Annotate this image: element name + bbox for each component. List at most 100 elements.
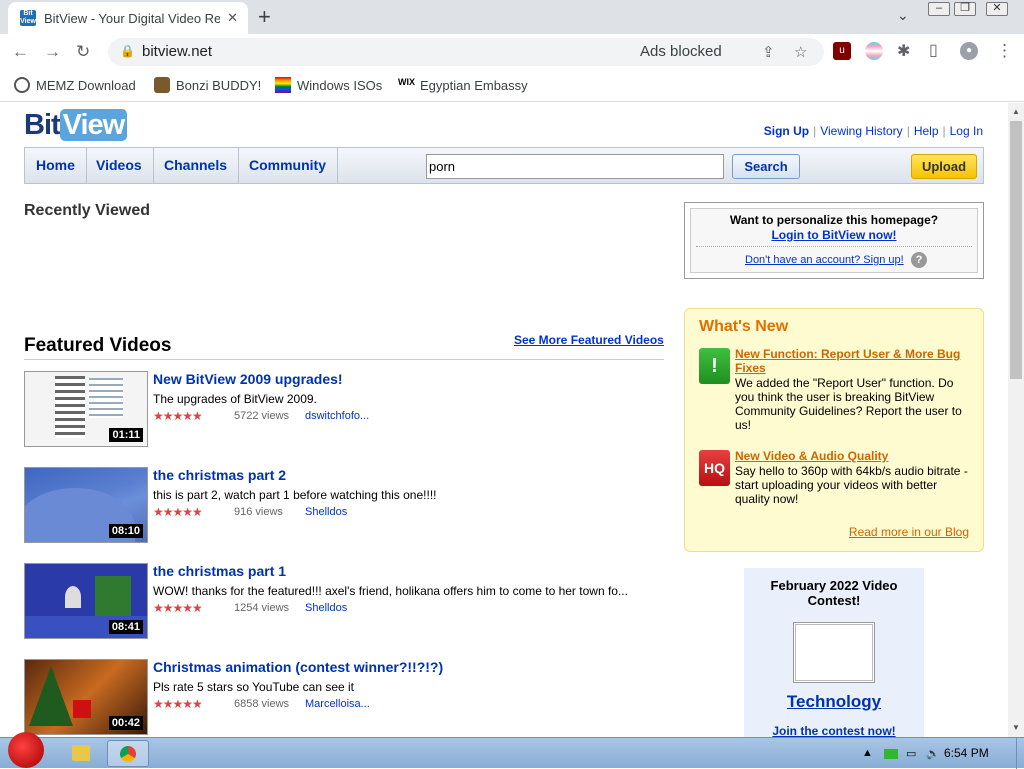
new-tab-icon[interactable]: + (258, 4, 271, 30)
video-title-link[interactable]: Christmas animation (contest winner?!!?!… (153, 659, 443, 675)
log-in-link[interactable]: Log In (950, 124, 983, 138)
divider (696, 246, 972, 247)
close-tab-icon[interactable]: ✕ (227, 10, 238, 26)
reload-icon[interactable]: ↻ (76, 42, 90, 62)
tray-expand-icon[interactable]: ▲ (862, 747, 873, 759)
restore-window-icon[interactable]: ❐ (954, 2, 976, 16)
contest-image[interactable] (793, 622, 875, 683)
browser-tab[interactable]: Bit View BitView - Your Digital Video Re … (8, 2, 248, 34)
ublock-extension-icon[interactable]: u (833, 42, 851, 60)
chrome-taskbar-button[interactable] (107, 740, 149, 767)
video-thumbnail[interactable]: 00:42 (24, 659, 148, 735)
join-contest-link[interactable]: Join the contest now! (744, 724, 924, 737)
browser-title-bar: Bit View BitView - Your Digital Video Re … (0, 0, 1024, 34)
menu-kebab-icon[interactable]: ⋮ (996, 41, 1013, 61)
featured-video-item: 08:41 the christmas part 1 WOW! thanks f… (24, 563, 664, 641)
scroll-up-icon[interactable]: ▲ (1012, 107, 1020, 116)
bookmark-label: Windows ISOs (297, 77, 383, 93)
chrome-icon (120, 746, 136, 762)
start-angry-bird-icon[interactable] (8, 732, 44, 768)
whats-new-item-body: We added the "Report User" function. Do … (735, 376, 962, 432)
header-links: Sign Up | Viewing History | Help | Log In (763, 124, 983, 138)
address-bar[interactable]: 🔒 bitview.net Ads blocked ⇪ ☆ (108, 38, 824, 66)
close-window-icon[interactable]: ✕ (986, 2, 1008, 16)
viewing-history-link[interactable]: Viewing History (820, 124, 902, 138)
see-more-featured-link[interactable]: See More Featured Videos (514, 333, 664, 347)
profile-avatar-icon[interactable]: ● (960, 42, 978, 60)
search-button[interactable]: Search (732, 154, 800, 179)
upload-button[interactable]: Upload (911, 154, 977, 179)
search-input[interactable] (426, 154, 724, 179)
side-panel-icon[interactable]: ▯ (929, 40, 938, 60)
help-link[interactable]: Help (914, 124, 939, 138)
personalize-question: Want to personalize this homepage? (729, 213, 939, 227)
scroll-down-icon[interactable]: ▼ (1012, 723, 1020, 732)
featured-video-item: 00:42 Christmas animation (contest winne… (24, 659, 664, 737)
rating-stars: ★★★★★ (153, 601, 203, 615)
flag-extension-icon[interactable] (865, 42, 883, 60)
nav-channels[interactable]: Channels (153, 148, 240, 183)
scroll-thumb[interactable] (1010, 121, 1022, 379)
back-icon[interactable]: ← (12, 42, 29, 62)
url-text[interactable]: bitview.net (142, 43, 212, 60)
extensions-puzzle-icon[interactable]: ✱ (897, 41, 910, 61)
taskbar-clock[interactable]: 6:54 PM (944, 746, 989, 760)
video-author-link[interactable]: dswitchfofo... (305, 410, 369, 422)
rating-stars: ★★★★★ (153, 697, 203, 711)
help-question-icon[interactable]: ? (911, 252, 927, 268)
video-author-link[interactable]: Shelldos (305, 602, 347, 614)
bookmarks-bar: MEMZ Download Bonzi BUDDY! Windows ISOs … (0, 70, 1024, 102)
video-thumbnail[interactable]: 08:10 (24, 467, 148, 543)
video-views: 1254 views (234, 602, 290, 614)
bookmark-star-icon[interactable]: ☆ (794, 43, 807, 61)
video-title-link[interactable]: the christmas part 2 (153, 467, 286, 483)
featured-video-item: 08:10 the christmas part 2 this is part … (24, 467, 664, 545)
share-icon[interactable]: ⇪ (762, 43, 775, 61)
video-views: 916 views (234, 506, 283, 518)
read-more-blog-link[interactable]: Read more in our Blog (849, 525, 969, 539)
rating-stars: ★★★★★ (153, 409, 203, 423)
bitview-favicon-icon: Bit View (20, 10, 36, 26)
sign-up-link[interactable]: Sign Up (764, 124, 809, 138)
bookmark-memz[interactable]: MEMZ Download (14, 77, 136, 93)
main-nav-bar: Home Videos Channels Community Search Up… (24, 147, 984, 184)
signup-link[interactable]: Don't have an account? Sign up! (745, 254, 904, 266)
whats-new-item-heading[interactable]: New Video & Audio Quality (735, 449, 971, 463)
video-thumbnail[interactable]: 08:41 (24, 563, 148, 639)
recently-viewed-title: Recently Viewed (24, 202, 150, 219)
video-duration: 08:41 (108, 620, 143, 634)
bookmark-egyptian-embassy[interactable]: WIX Egyptian Embassy (398, 77, 528, 93)
featured-video-item: 01:11 New BitView 2009 upgrades! The upg… (24, 371, 664, 449)
file-explorer-icon[interactable] (72, 745, 90, 761)
video-author-link[interactable]: Marcelloisa... (305, 698, 370, 710)
browser-toolbar: ← → ↻ 🔒 bitview.net Ads blocked ⇪ ☆ u ✱ … (0, 34, 1024, 70)
video-title-link[interactable]: the christmas part 1 (153, 563, 286, 579)
minimize-window-icon[interactable]: – (928, 2, 950, 16)
forward-icon[interactable]: → (44, 42, 61, 62)
logo-view-text: View (59, 109, 128, 141)
chevron-down-icon[interactable]: ⌄ (897, 7, 909, 24)
volume-icon[interactable]: 🔈 (926, 747, 940, 760)
ads-blocked-label[interactable]: Ads blocked (640, 43, 722, 60)
rainbow-flag-icon (275, 77, 291, 93)
battery-icon[interactable] (884, 749, 898, 759)
page-scrollbar[interactable]: ▲ ▼ (1008, 103, 1024, 737)
lock-icon[interactable]: 🔒 (120, 44, 135, 58)
video-title-link[interactable]: New BitView 2009 upgrades! (153, 371, 343, 387)
bitview-logo[interactable]: Bit View (24, 109, 128, 142)
bookmark-bonzi[interactable]: Bonzi BUDDY! (154, 77, 261, 93)
video-duration: 08:10 (108, 524, 143, 538)
network-icon[interactable]: ▭ (906, 747, 916, 760)
nav-videos[interactable]: Videos (85, 148, 154, 183)
whats-new-item-heading[interactable]: New Function: Report User & More Bug Fix… (735, 347, 971, 375)
login-link[interactable]: Login to BitView now! (691, 228, 977, 242)
show-desktop-button[interactable] (1016, 738, 1024, 769)
nav-home[interactable]: Home (25, 148, 87, 183)
whats-new-panel: What's New ! New Function: Report User &… (684, 308, 984, 552)
contest-category-link[interactable]: Technology (744, 692, 924, 712)
contest-title: February 2022 Video Contest! (770, 578, 898, 608)
nav-community[interactable]: Community (238, 148, 338, 183)
bookmark-windows-isos[interactable]: Windows ISOs (275, 77, 382, 93)
video-author-link[interactable]: Shelldos (305, 506, 347, 518)
video-thumbnail[interactable]: 01:11 (24, 371, 148, 447)
